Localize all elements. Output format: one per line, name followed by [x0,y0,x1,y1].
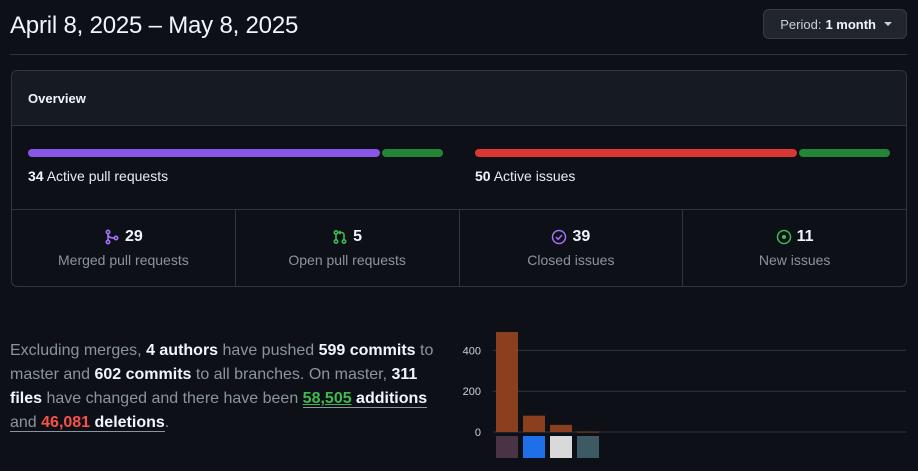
author-avatar[interactable] [550,436,572,458]
y-tick-label: 400 [463,345,481,357]
closed-label: Closed issues [527,252,615,268]
summary-text-2: have pushed [218,342,319,359]
additions-link[interactable]: 58,505 additions [302,390,428,408]
deletions-word: deletions [90,414,165,431]
commit-summary: Excluding merges, 4 authors have pushed … [10,339,450,435]
new-label: New issues [758,252,831,268]
stat-closed-issues[interactable]: 39 Closed issues [460,210,684,286]
new-count: 11 [796,228,814,245]
commit-bar[interactable] [577,431,599,433]
new-segment [799,149,890,157]
issues-summary[interactable]: 50 Active issues [475,149,890,184]
issues-bar [475,149,890,157]
commits-master: 599 commits [318,342,416,359]
author-avatar[interactable] [496,436,518,458]
author-avatar[interactable] [577,436,599,458]
issue-opened-icon [776,229,791,245]
stat-new-issues[interactable]: 11 New issues [683,210,906,286]
period-prefix: Period: [780,16,822,32]
closed-segment [475,149,798,157]
summary-text-6: and [10,414,42,431]
commits-all-branches: 602 commits [94,366,192,383]
caret-down-icon [884,22,892,26]
active-pull-requests-label: Active pull requests [46,168,169,184]
additions-count: 58,505 [302,390,352,407]
active-pull-requests-count: 34 [28,168,44,184]
deletions-link[interactable]: and 46,081 deletions [10,414,165,432]
author-avatar[interactable] [523,436,545,458]
summary-text-4: to all branches. On master, [191,366,392,383]
stat-open-pull-requests[interactable]: 5 Open pull requests [236,210,460,286]
pull-requests-bar [28,149,443,157]
y-tick-label: 200 [463,386,481,398]
active-issues: 50 Active issues [475,168,890,184]
merged-segment [28,149,381,157]
period-value: 1 month [825,16,876,32]
overview-bars: 34 Active pull requests 50 Active issues [12,125,906,210]
summary-text-1: Excluding merges, [10,342,147,359]
commit-bar[interactable] [496,332,518,432]
issue-closed-icon [552,229,567,245]
overview-stats: 29 Merged pull requests 5 Open pull requ… [12,210,906,286]
open-label: Open pull requests [288,252,406,268]
open-segment [382,149,443,157]
header: April 8, 2025 – May 8, 2025 Period: 1 mo… [10,0,907,55]
overview-panel: Overview 34 Active pull requests 50 Acti… [11,70,907,287]
open-count: 5 [353,228,363,245]
period-dropdown-button[interactable]: Period: 1 month [763,9,907,39]
stat-merged-pull-requests[interactable]: 29 Merged pull requests [12,210,236,286]
active-issues-count: 50 [475,168,491,184]
authors-count: 4 authors [146,342,219,359]
closed-count: 39 [572,228,591,245]
summary-text-5: have changed and there have been [42,390,303,407]
merged-count: 29 [124,228,143,245]
commit-bar[interactable] [550,424,572,432]
summary-text-7: . [164,414,170,431]
additions-word: additions [351,390,428,407]
commits-by-author-chart: 0 200 400 [463,332,906,458]
pull-request-icon [333,229,347,245]
active-pull-requests: 34 Active pull requests [28,168,443,184]
y-tick-label: 0 [475,427,481,439]
active-issues-label: Active issues [493,168,576,184]
merge-icon [105,229,119,245]
date-range-title: April 8, 2025 – May 8, 2025 [10,12,299,39]
overview-title: Overview [12,71,906,126]
commit-bar[interactable] [523,415,545,432]
merged-label: Merged pull requests [58,252,189,268]
deletions-count: 46,081 [41,414,91,431]
pull-requests-summary[interactable]: 34 Active pull requests [28,149,443,184]
